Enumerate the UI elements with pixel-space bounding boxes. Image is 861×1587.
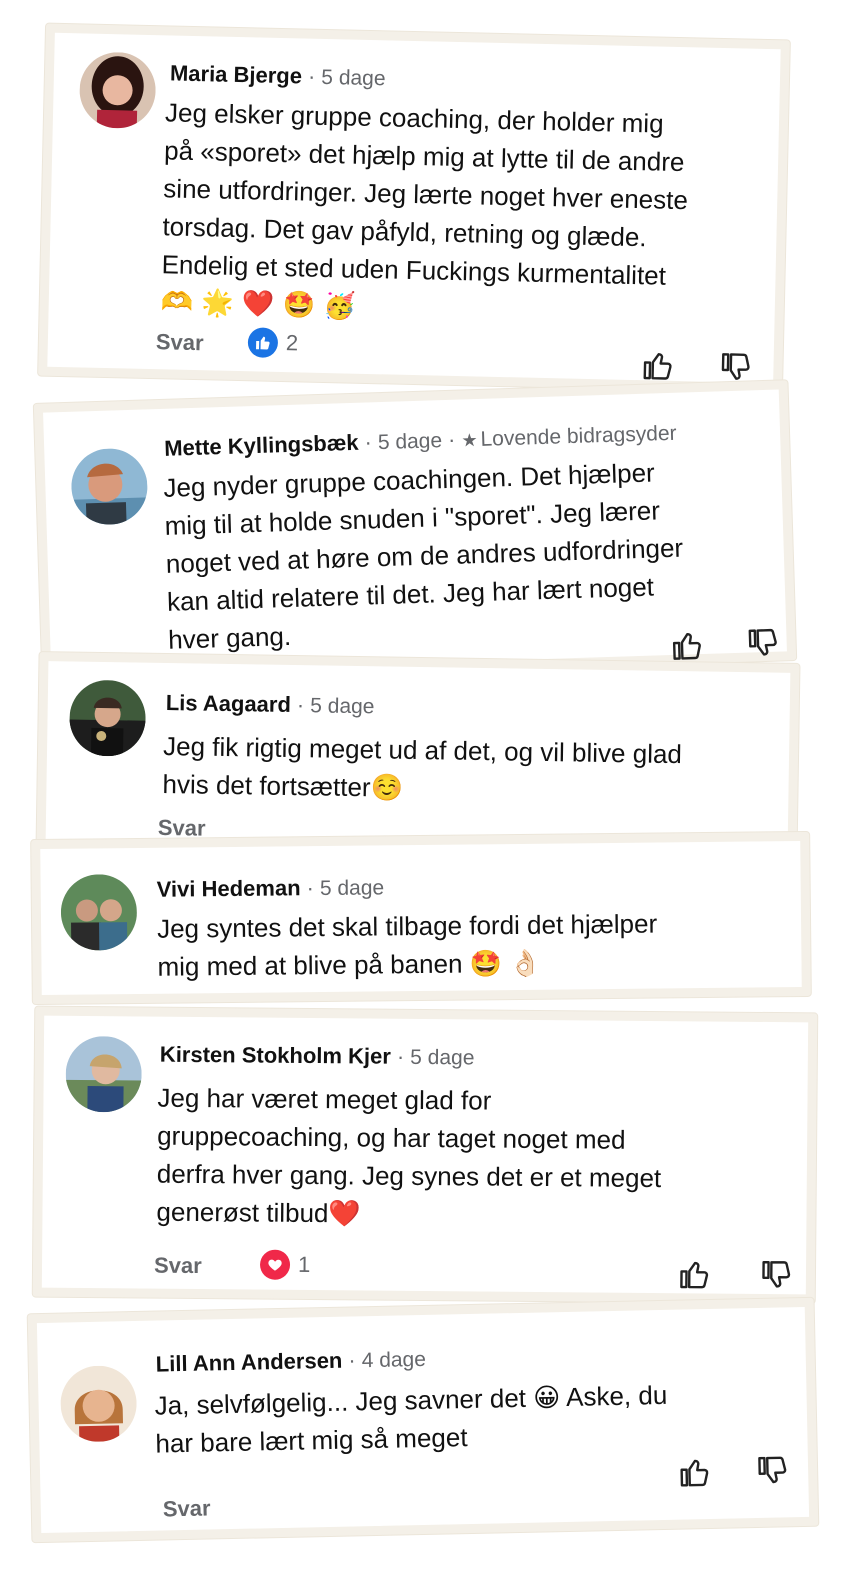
thumbs-up-icon[interactable]: [678, 1455, 713, 1490]
author-name[interactable]: Lill Ann Andersen: [156, 1348, 343, 1377]
comment-text: Ja, selvfølgelig... Jeg savner det 😀 Ask…: [154, 1379, 668, 1459]
timestamp[interactable]: 5 dage: [410, 1046, 474, 1070]
thumbs-up-icon[interactable]: [641, 348, 676, 383]
comment-text: Jeg syntes det skal tilbage fordi det hj…: [156, 908, 658, 982]
reply-button[interactable]: Svar: [156, 329, 204, 356]
thumbs-down-icon[interactable]: [756, 1453, 791, 1488]
comment-emojis: 🫶 🌟 ❤️ 🤩 🥳: [160, 287, 357, 322]
star-icon: ★: [461, 429, 478, 451]
avatar[interactable]: [60, 873, 138, 951]
avatar[interactable]: [65, 1035, 143, 1113]
timestamp[interactable]: 5 dage: [378, 429, 443, 454]
thumbs-up-icon[interactable]: [678, 1257, 712, 1291]
comment-card: Lis Aagaard · 5 dage Jeg fik rigtig meget …: [36, 652, 800, 860]
comment-header: Kirsten Stokholm Kjer · 5 dage: [159, 1041, 475, 1070]
timestamp[interactable]: 4 dage: [361, 1348, 426, 1372]
reaction-count: 1: [297, 1251, 311, 1278]
thumbs-up-icon[interactable]: [670, 628, 705, 663]
author-name[interactable]: Vivi Hedeman: [157, 875, 301, 902]
comment-card: Maria Bjerge · 5 dage Jeg elsker gruppe co…: [38, 23, 790, 393]
thumbs-down-icon[interactable]: [746, 626, 781, 661]
contributor-badge: ★ Lovende bidragsyder: [461, 421, 677, 451]
comment-header: Lill Ann Andersen · 4 dage: [155, 1347, 427, 1377]
comment-card: Kirsten Stokholm Kjer · 5 dage Jeg har vær…: [32, 1006, 818, 1304]
comment-card: Vivi Hedeman · 5 dage Jeg syntes det skal …: [31, 831, 811, 1005]
thumbs-down-icon[interactable]: [719, 350, 754, 385]
reply-button[interactable]: Svar: [163, 1495, 211, 1522]
reaction-summary[interactable]: 1: [259, 1249, 311, 1280]
avatar[interactable]: [59, 1365, 138, 1443]
author-name[interactable]: Maria Bjerge: [170, 60, 303, 88]
reply-button[interactable]: Svar: [154, 1253, 202, 1279]
comment-card: Lill Ann Andersen · 4 dage Ja, selvfølgeli…: [27, 1297, 819, 1543]
comment-text: Jeg elsker gruppe coaching, der holder m…: [161, 97, 689, 291]
like-reaction-icon: [247, 327, 279, 358]
comment-header: Lis Aagaard · 5 dage: [165, 690, 375, 719]
comment-text: Jeg har været meget glad for gruppecoach…: [156, 1082, 662, 1229]
timestamp[interactable]: 5 dage: [320, 876, 384, 900]
comment-text: Jeg nyder gruppe coachingen. Det hjælper…: [163, 457, 684, 655]
avatar[interactable]: [68, 679, 147, 757]
author-name[interactable]: Kirsten Stokholm Kjer: [160, 1042, 391, 1069]
timestamp[interactable]: 5 dage: [310, 694, 375, 718]
comment-card: Mette Kyllingsbæk · 5 dage · ★ Lovende bidrag…: [33, 380, 797, 684]
comment-text: Jeg fik rigtig meget ud af det, og vil b…: [162, 730, 683, 803]
reaction-summary[interactable]: 2: [247, 327, 299, 358]
heart-reaction-icon: [259, 1249, 291, 1280]
timestamp[interactable]: 5 dage: [321, 66, 386, 90]
author-name[interactable]: Lis Aagaard: [166, 690, 292, 717]
avatar[interactable]: [78, 51, 157, 130]
comment-header: Vivi Hedeman · 5 dage: [156, 875, 385, 902]
avatar[interactable]: [70, 447, 149, 526]
reaction-count: 2: [285, 330, 299, 356]
thumbs-down-icon[interactable]: [760, 1258, 794, 1292]
author-name[interactable]: Mette Kyllingsbæk: [164, 430, 359, 461]
comment-header: Maria Bjerge · 5 dage: [169, 60, 386, 91]
